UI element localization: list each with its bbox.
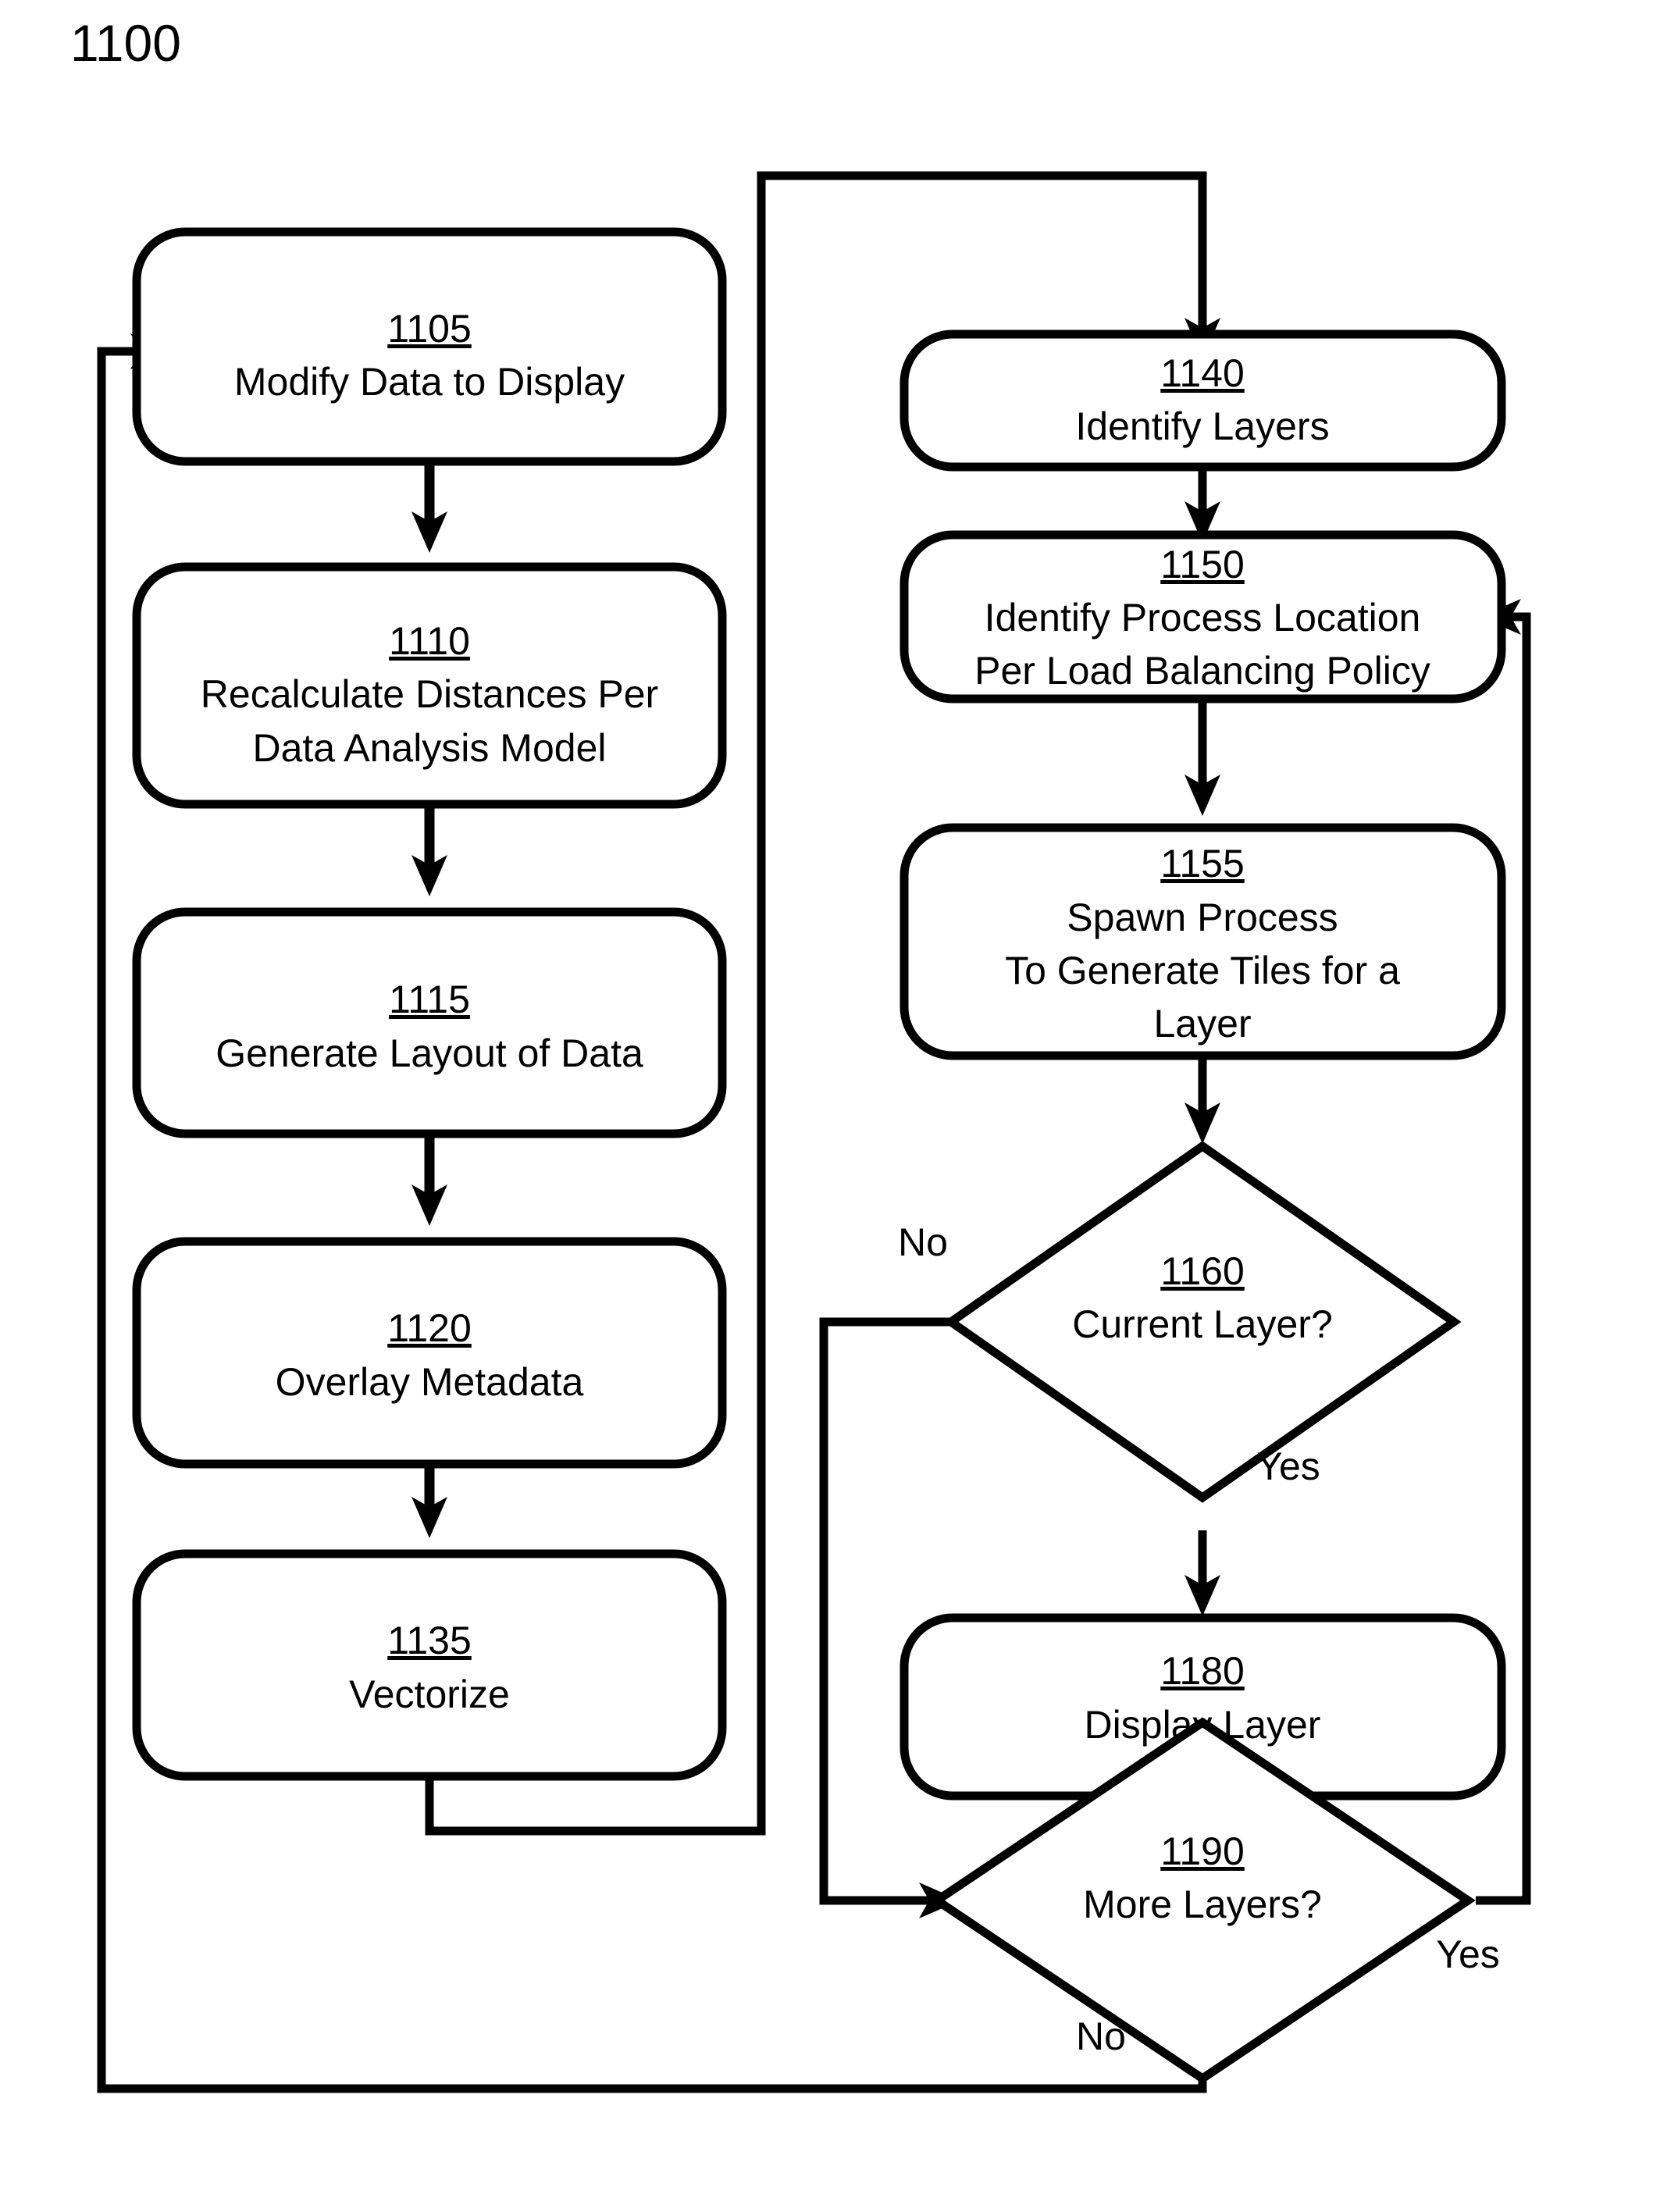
edge-label-1160-no: No xyxy=(898,1220,948,1264)
node-1115-ref: 1115 xyxy=(389,978,470,1021)
node-1140-line-0: Identify Layers xyxy=(1075,404,1329,448)
node-1120-line-0: Overlay Metadata xyxy=(276,1360,584,1404)
node-1160-line-0: Current Layer? xyxy=(1072,1302,1333,1346)
edge-label-1190-no: No xyxy=(1076,2014,1126,2058)
node-1120[interactable]: 1120 Overlay Metadata xyxy=(132,1237,727,1469)
node-1150-ref: 1150 xyxy=(1160,543,1245,586)
node-1150-line-1: Per Load Balancing Policy xyxy=(974,649,1430,693)
edge-1160-yes-to-1180 xyxy=(1185,1530,1220,1616)
node-1110[interactable]: 1110 Recalculate Distances Per Data Anal… xyxy=(132,562,727,809)
figure-label: 1100 xyxy=(70,14,181,72)
edge-1150-to-1155 xyxy=(1185,699,1220,816)
node-1115[interactable]: 1115 Generate Layout of Data xyxy=(132,907,727,1138)
node-1120-shape xyxy=(132,1237,727,1469)
node-1105-ref: 1105 xyxy=(387,307,472,351)
node-1135-line-0: Vectorize xyxy=(349,1672,510,1716)
node-1190-line-0: More Layers? xyxy=(1083,1883,1322,1926)
node-1140[interactable]: 1140 Identify Layers xyxy=(900,329,1506,472)
node-1160[interactable]: 1160 Current Layer? xyxy=(943,1141,1462,1503)
node-1150-line-0: Identify Process Location xyxy=(985,596,1421,639)
node-1155[interactable]: 1155 Spawn Process To Generate Tiles for… xyxy=(900,823,1506,1060)
node-1115-line-0: Generate Layout of Data xyxy=(216,1031,643,1075)
node-1110-line-1: Data Analysis Model xyxy=(252,726,606,770)
node-1155-ref: 1155 xyxy=(1160,842,1245,885)
edge-1110-to-1115 xyxy=(411,804,447,896)
edge-1155-to-1160 xyxy=(1185,1056,1220,1144)
flowchart-svg: 1105 Modify Data to Display 1110 Recalcu… xyxy=(70,14,1531,2093)
node-1110-line-0: Recalculate Distances Per xyxy=(201,672,658,716)
node-1150[interactable]: 1150 Identify Process Location Per Load … xyxy=(900,530,1506,703)
node-1135[interactable]: 1135 Vectorize xyxy=(132,1549,727,1781)
node-1105[interactable]: 1105 Modify Data to Display xyxy=(132,227,727,466)
node-1105-line-0: Modify Data to Display xyxy=(234,360,625,404)
node-1180-ref: 1180 xyxy=(1160,1649,1245,1693)
edge-1115-to-1120 xyxy=(411,1134,447,1226)
node-1110-ref: 1110 xyxy=(389,619,470,663)
node-1190-ref: 1190 xyxy=(1160,1829,1245,1873)
edge-1120-to-1135 xyxy=(411,1464,447,1538)
node-1160-ref: 1160 xyxy=(1160,1249,1245,1293)
figure-canvas: 1105 Modify Data to Display 1110 Recalcu… xyxy=(0,0,1653,2212)
node-1135-shape xyxy=(132,1549,727,1781)
edge-label-1160-yes: Yes xyxy=(1256,1444,1320,1488)
node-1120-ref: 1120 xyxy=(387,1306,472,1350)
edge-label-1190-yes: Yes xyxy=(1436,1932,1500,1976)
node-1155-line-2: Layer xyxy=(1153,1002,1251,1045)
node-1155-line-1: To Generate Tiles for a xyxy=(1005,949,1400,992)
node-1155-line-0: Spawn Process xyxy=(1067,896,1338,939)
node-1115-shape xyxy=(132,907,727,1138)
edge-1105-to-1110 xyxy=(411,461,447,553)
node-1140-ref: 1140 xyxy=(1160,351,1245,395)
node-1135-ref: 1135 xyxy=(387,1619,472,1662)
